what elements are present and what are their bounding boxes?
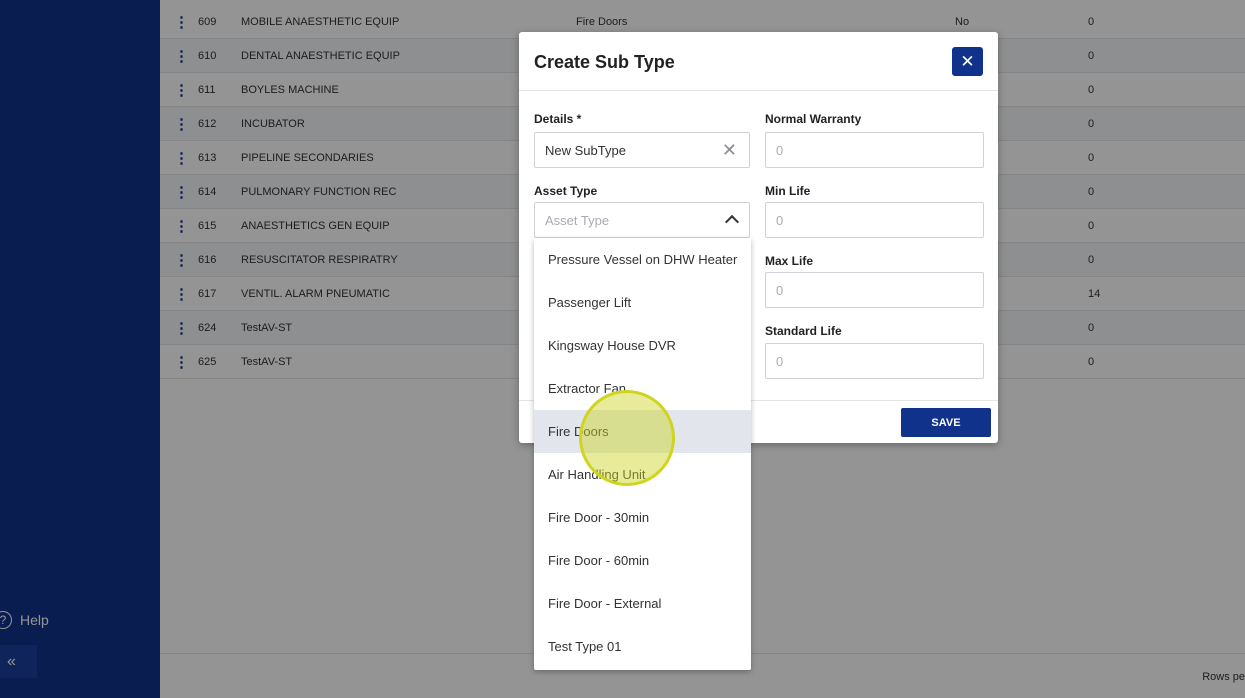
min-life-label: Min Life xyxy=(765,184,811,198)
max-life-label: Max Life xyxy=(765,254,814,268)
max-life-input[interactable]: 0 xyxy=(765,272,984,308)
normal-warranty-input[interactable]: 0 xyxy=(765,132,984,168)
close-button[interactable]: ✕ xyxy=(952,47,983,76)
chevron-up-icon xyxy=(724,214,740,230)
min-life-value: 0 xyxy=(776,212,784,228)
asset-type-label: Asset Type xyxy=(534,184,598,198)
standard-life-input[interactable]: 0 xyxy=(765,343,984,379)
dropdown-option[interactable]: Kingsway House DVR xyxy=(534,324,751,367)
dialog-title: Create Sub Type xyxy=(534,52,675,72)
clear-icon[interactable]: ✕ xyxy=(722,140,737,161)
max-life-value: 0 xyxy=(776,282,784,298)
click-indicator xyxy=(579,390,675,486)
dropdown-option[interactable]: Test Type 01 xyxy=(534,625,751,668)
dropdown-option[interactable]: Pressure Vessel on DHW Heater xyxy=(534,238,751,281)
normal-warranty-value: 0 xyxy=(776,142,784,158)
dropdown-option[interactable]: Passenger Lift xyxy=(534,281,751,324)
dropdown-option[interactable]: Fire Door - 30min xyxy=(534,496,751,539)
details-value: New SubType xyxy=(545,142,626,158)
save-button[interactable]: SAVE xyxy=(901,408,991,437)
min-life-input[interactable]: 0 xyxy=(765,202,984,238)
header-divider xyxy=(519,90,998,91)
details-input[interactable]: New SubType ✕ xyxy=(534,132,750,168)
dropdown-option[interactable]: Fire Door - 60min xyxy=(534,539,751,582)
dropdown-option[interactable]: Fire Door - External xyxy=(534,582,751,625)
standard-life-label: Standard Life xyxy=(765,324,842,338)
asset-type-placeholder: Asset Type xyxy=(545,212,610,228)
normal-warranty-label: Normal Warranty xyxy=(765,112,862,126)
standard-life-value: 0 xyxy=(776,353,784,369)
asset-type-select[interactable]: Asset Type xyxy=(534,202,750,238)
close-icon: ✕ xyxy=(960,51,975,71)
details-label: Details * xyxy=(534,112,582,126)
